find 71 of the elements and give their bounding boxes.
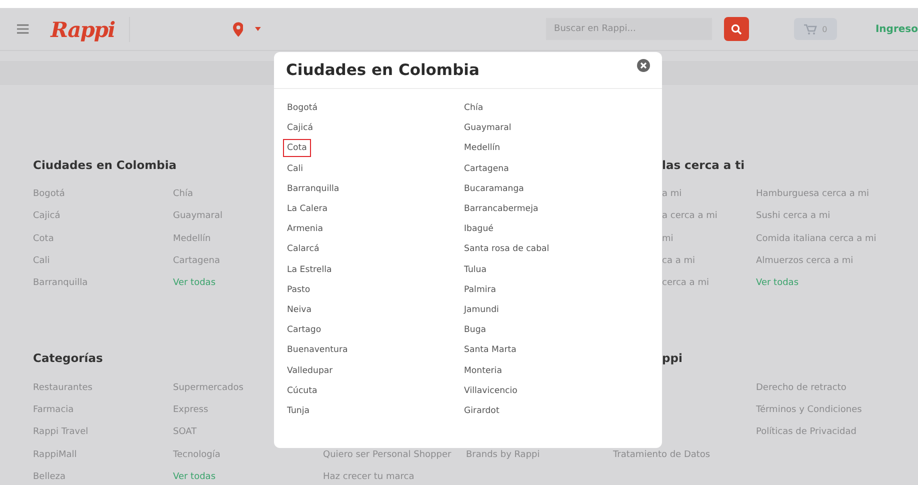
city-link[interactable]: Cúcuta bbox=[283, 382, 322, 400]
city-link[interactable]: Medellín bbox=[460, 139, 504, 158]
city-link[interactable]: Cartago bbox=[283, 321, 326, 340]
city-link[interactable]: Ibagué bbox=[460, 220, 498, 238]
footer-link[interactable]: Belleza bbox=[33, 472, 173, 482]
footer-link[interactable]: Cali bbox=[33, 256, 173, 266]
city-link[interactable]: Buga bbox=[460, 321, 490, 340]
footer-link[interactable]: Rappi Travel bbox=[33, 427, 173, 438]
city-link[interactable]: Bogotá bbox=[283, 99, 322, 118]
see-all-link[interactable]: Ver todas bbox=[756, 278, 896, 288]
city-link[interactable]: Calarcá bbox=[283, 240, 324, 258]
city-link[interactable]: Guaymaral bbox=[460, 119, 516, 138]
footer-link[interactable]: Cota bbox=[33, 234, 173, 244]
section-heading: las cerca a ti bbox=[661, 158, 746, 172]
city-link[interactable]: Buenaventura bbox=[283, 341, 352, 360]
footer-link[interactable]: Tratamiento de Datos bbox=[613, 450, 756, 460]
city-link[interactable]: Tunja bbox=[283, 402, 314, 420]
city-link[interactable]: Barranquilla bbox=[283, 180, 344, 198]
city-link[interactable]: La Calera bbox=[283, 200, 332, 218]
logo[interactable]: Rappi bbox=[50, 16, 130, 42]
footer-link[interactable]: Quiero ser Personal Shopper bbox=[323, 450, 466, 460]
footer-link[interactable]: Derecho de retracto bbox=[756, 382, 896, 393]
dialog-title: Ciudades en Colombia bbox=[286, 61, 480, 79]
footer-link[interactable]: Políticas de Privacidad bbox=[756, 427, 896, 438]
footer-link[interactable]: Comida italiana cerca a mi bbox=[756, 234, 896, 244]
section-heading: Categorías bbox=[33, 351, 104, 366]
city-link[interactable]: Barrancabermeja bbox=[460, 200, 542, 218]
city-link[interactable]: Cali bbox=[283, 160, 308, 178]
city-link[interactable]: Palmira bbox=[460, 280, 500, 299]
cart-icon bbox=[804, 24, 818, 34]
city-link[interactable]: Jamundi bbox=[460, 300, 503, 319]
city-link[interactable]: Chía bbox=[460, 99, 488, 118]
city-link[interactable]: Girardot bbox=[460, 402, 504, 420]
footer-link[interactable]: Sushi cerca a mi bbox=[756, 211, 896, 222]
city-link[interactable]: Santa rosa de cabal bbox=[460, 240, 554, 258]
close-icon[interactable] bbox=[637, 58, 650, 72]
footer-link[interactable]: Términos y Condiciones bbox=[756, 404, 896, 415]
city-link[interactable]: Valledupar bbox=[283, 362, 337, 380]
city-link[interactable]: Cartagena bbox=[460, 160, 513, 178]
footer-link[interactable]: Hamburguesa cerca a mi bbox=[756, 189, 896, 200]
city-link[interactable]: Armenia bbox=[283, 220, 328, 238]
footer-link[interactable]: Brands by Rappi bbox=[466, 450, 613, 460]
see-all-link[interactable]: Ver todas bbox=[173, 472, 323, 482]
footer-link[interactable]: Almuerzos cerca a mi bbox=[756, 256, 896, 266]
footer-link[interactable]: Farmacia bbox=[33, 404, 173, 415]
location-pin-icon[interactable] bbox=[232, 22, 244, 36]
login-link[interactable]: Ingreso bbox=[875, 24, 918, 34]
city-link[interactable]: Bucaramanga bbox=[460, 180, 528, 198]
city-link[interactable]: La Estrella bbox=[283, 260, 336, 279]
search-button[interactable] bbox=[724, 17, 749, 41]
footer-link[interactable]: RappiMall bbox=[33, 450, 173, 460]
caret-icon[interactable] bbox=[255, 27, 262, 31]
section-heading: ppi bbox=[661, 351, 684, 366]
footer-link[interactable]: Haz crecer tu marca bbox=[323, 472, 466, 482]
city-link[interactable]: Pasto bbox=[283, 280, 314, 299]
footer-link[interactable]: Restaurantes bbox=[33, 382, 173, 393]
footer-link[interactable]: Tecnología bbox=[173, 450, 323, 460]
city-link[interactable]: Cajicá bbox=[283, 119, 318, 138]
footer-link[interactable]: Bogotá bbox=[33, 189, 173, 200]
city-link[interactable]: Cota bbox=[283, 139, 311, 158]
footer-link[interactable]: Cajicá bbox=[33, 211, 173, 222]
city-link[interactable]: Neiva bbox=[283, 300, 316, 319]
search-field[interactable]: Buscar en Rappi... bbox=[546, 18, 712, 40]
city-link[interactable]: Villavicencio bbox=[460, 382, 522, 400]
cart-button[interactable]: 0 bbox=[794, 18, 838, 40]
search-icon bbox=[730, 24, 742, 34]
city-link[interactable]: Tulua bbox=[460, 260, 490, 279]
city-link[interactable]: Monteria bbox=[460, 362, 506, 380]
footer-link[interactable]: Barranquilla bbox=[33, 278, 173, 288]
menu-icon[interactable] bbox=[17, 24, 29, 34]
city-link[interactable]: Santa Marta bbox=[460, 341, 520, 360]
